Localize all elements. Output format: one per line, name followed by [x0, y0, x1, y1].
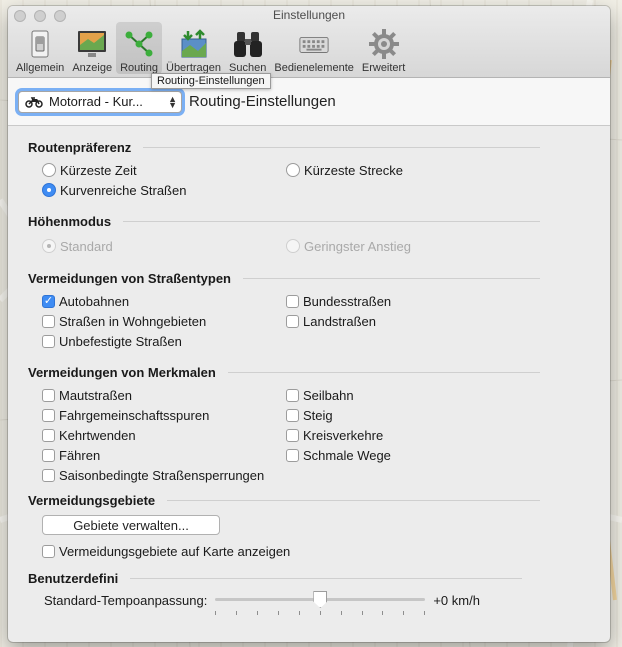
profile-header: Motorrad - Kur... ▲ ▼ Routing-Einstellung…: [8, 78, 610, 126]
tab-anzeige[interactable]: Anzeige: [68, 22, 116, 74]
tab-label: Erweitert: [361, 62, 406, 74]
checkbox-bundesstrassen[interactable]: Bundesstraßen: [286, 293, 536, 309]
tab-label: Bedienelemente: [274, 62, 354, 74]
checkbox-mautstrassen[interactable]: Mautstraßen: [42, 387, 286, 403]
profile-select[interactable]: Motorrad - Kur... ▲ ▼: [18, 90, 182, 113]
checkbox-strassen-wohngebiete[interactable]: Straßen in Wohngebieten: [42, 313, 286, 329]
routing-icon: [123, 28, 155, 60]
tab-uebertragen[interactable]: Übertragen: [162, 22, 225, 74]
radio-geringster-anstieg[interactable]: Geringster Anstieg: [286, 238, 536, 254]
motorcycle-icon: [25, 96, 43, 108]
tempo-row: Standard-Tempoanpassung: +0 km/h: [28, 591, 610, 615]
checkbox[interactable]: [286, 314, 299, 328]
radio-button[interactable]: [42, 183, 56, 197]
checkbox[interactable]: [286, 448, 299, 462]
checkbox-kreisverkehre[interactable]: Kreisverkehre: [286, 427, 536, 443]
checkbox-schmale-wege[interactable]: Schmale Wege: [286, 447, 536, 463]
manage-areas-button[interactable]: Gebiete verwalten...: [42, 515, 220, 535]
section-strassentypen: Vermeidungen von Straßentypen ✓ Autobahne…: [28, 269, 610, 349]
tempo-value: +0 km/h: [433, 592, 480, 608]
checkbox-fahrgemeinschaftsspuren[interactable]: Fahrgemeinschaftsspuren: [42, 407, 286, 423]
checkbox[interactable]: [42, 448, 55, 462]
checkbox-faehren[interactable]: Fähren: [42, 447, 286, 463]
checkbox-saisonbedingte-sperrungen[interactable]: Saisonbedingte Straßensperrungen: [42, 467, 536, 483]
divider: [123, 220, 540, 222]
radio-button[interactable]: [42, 239, 56, 253]
section-title: Höhenmodus: [28, 213, 112, 229]
checkbox[interactable]: [286, 408, 299, 422]
radio-button[interactable]: [42, 163, 56, 177]
tab-allgemein[interactable]: Allgemein: [12, 22, 68, 74]
gear-icon: [368, 28, 400, 60]
tempo-label: Standard-Tempoanpassung:: [44, 592, 208, 608]
radio-standard[interactable]: Standard: [42, 238, 286, 254]
profile-select-value: Motorrad - Kur...: [49, 94, 143, 109]
tab-bedienelemente[interactable]: Bedienelemente: [270, 22, 358, 74]
chevron-updown-icon: ▲ ▼: [168, 93, 177, 110]
tab-suchen[interactable]: Suchen: [225, 22, 270, 74]
radio-button[interactable]: [286, 163, 300, 177]
radio-kuerzeste-strecke[interactable]: Kürzeste Strecke: [286, 162, 536, 178]
section-title: Benutzerdefini: [28, 570, 119, 586]
section-hoehenmodus: Höhenmodus Standard Geringster Anstieg: [28, 212, 610, 254]
checkbox[interactable]: [286, 428, 299, 442]
display-icon: [76, 28, 108, 60]
checkbox-autobahnen[interactable]: ✓ Autobahnen: [42, 293, 286, 309]
section-routenpraeferenz: Routenpräferenz Kürzeste Zeit Kürzeste S…: [28, 138, 610, 198]
checkbox-kehrtwenden[interactable]: Kehrtwenden: [42, 427, 286, 443]
section-vermeidungsgebiete: Vermeidungsgebiete Gebiete verwalten... …: [28, 491, 610, 559]
transfer-icon: [178, 28, 210, 60]
tooltip: Routing-Einstellungen: [151, 73, 271, 89]
section-title: Vermeidungen von Merkmalen: [28, 364, 216, 380]
checkbox-unbefestigte-strassen[interactable]: Unbefestigte Straßen: [42, 333, 536, 349]
keyboard-icon: [298, 28, 330, 60]
checkbox-steig[interactable]: Steig: [286, 407, 536, 423]
checkbox-landstrassen[interactable]: Landstraßen: [286, 313, 536, 329]
tab-routing[interactable]: Routing: [116, 22, 162, 74]
divider: [143, 146, 540, 148]
preferences-window: Einstellungen Allgemein Anzeige Routing: [8, 6, 610, 642]
section-title: Vermeidungsgebiete: [28, 492, 156, 508]
checkbox[interactable]: ✓: [42, 294, 55, 308]
section-title: Routenpräferenz: [28, 139, 132, 155]
radio-button[interactable]: [286, 239, 300, 253]
window-title: Einstellungen: [272, 8, 346, 22]
checkbox[interactable]: [42, 314, 55, 328]
checkbox-seilbahn[interactable]: Seilbahn: [286, 387, 536, 403]
tab-label: Anzeige: [72, 62, 113, 74]
section-benutzerdefiniert: Benutzerdefini Standard-Tempoanpassung: …: [28, 569, 610, 615]
tab-label: Allgemein: [16, 62, 65, 74]
checkbox[interactable]: [42, 334, 55, 348]
checkbox[interactable]: [42, 388, 55, 402]
checkbox[interactable]: [42, 408, 55, 422]
slider-knob[interactable]: [313, 591, 328, 608]
divider: [227, 371, 540, 373]
checkbox[interactable]: [286, 388, 299, 402]
tempo-slider[interactable]: [215, 591, 426, 615]
page-title: Routing-Einstellungen: [189, 93, 336, 110]
divider: [130, 577, 522, 579]
checkbox-show-areas-on-map[interactable]: Vermeidungsgebiete auf Karte anzeigen: [42, 543, 610, 559]
slider-ticks: [215, 611, 426, 615]
checkbox[interactable]: [42, 468, 55, 482]
section-title: Vermeidungen von Straßentypen: [28, 270, 231, 286]
checkbox[interactable]: [42, 428, 55, 442]
checkbox[interactable]: [42, 544, 55, 558]
switch-icon: [24, 28, 56, 60]
divider: [167, 499, 540, 501]
settings-content: Routenpräferenz Kürzeste Zeit Kürzeste S…: [8, 126, 610, 615]
titlebar: Einstellungen Allgemein Anzeige Routing: [8, 6, 610, 78]
radio-kuerzeste-zeit[interactable]: Kürzeste Zeit: [42, 162, 286, 178]
checkbox[interactable]: [286, 294, 299, 308]
radio-kurvenreiche-strassen[interactable]: Kurvenreiche Straßen: [42, 182, 536, 198]
preferences-toolbar: Allgemein Anzeige Routing Übertragen Suc…: [12, 22, 409, 74]
section-merkmale: Vermeidungen von Merkmalen Mautstraßen S…: [28, 363, 610, 483]
divider: [243, 277, 540, 279]
binoculars-icon: [232, 28, 264, 60]
tab-erweitert[interactable]: Erweitert: [358, 22, 409, 74]
